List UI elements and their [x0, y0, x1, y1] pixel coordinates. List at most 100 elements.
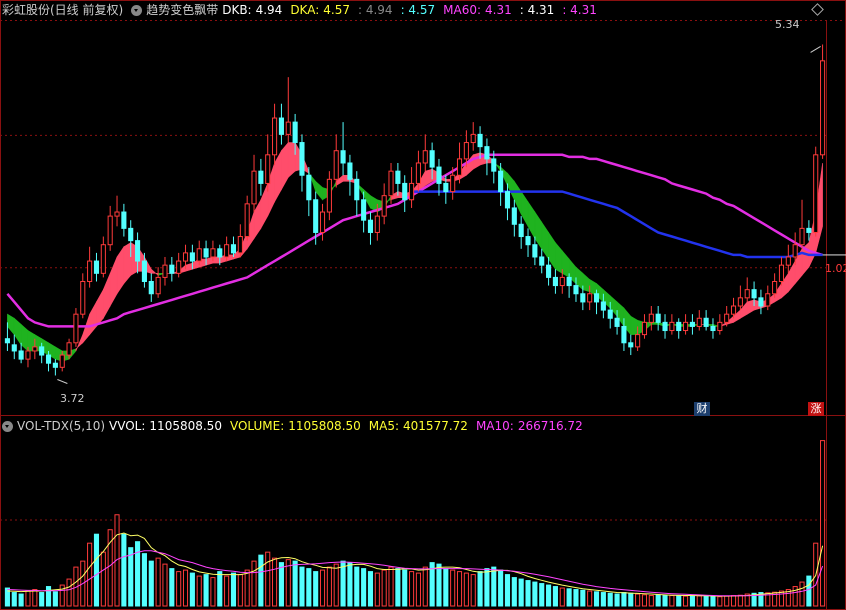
- volume-bar: [45, 586, 52, 607]
- trend-line-blue: [411, 190, 823, 259]
- ma60-value: 4.31: [485, 3, 512, 17]
- candle-body: [11, 344, 17, 352]
- volume-bar: [128, 547, 134, 607]
- candle-body: [792, 244, 798, 258]
- volume-bar: [251, 560, 257, 607]
- candle-body: [641, 321, 648, 336]
- volume-bar: [340, 560, 346, 607]
- candle-body: [799, 227, 805, 246]
- ribbon-segment: [555, 241, 563, 274]
- ribbon-segment: [527, 200, 536, 240]
- volume-bar: [66, 578, 72, 607]
- candle-body: [114, 211, 120, 217]
- candle-body: [539, 256, 545, 266]
- volume-bar: [477, 571, 483, 607]
- circle-icon[interactable]: [131, 4, 143, 16]
- candle-body: [422, 150, 428, 164]
- candle-body: [388, 170, 394, 197]
- volume-bar: [196, 575, 202, 607]
- candle-body: [758, 297, 764, 307]
- volume-layer: [4, 440, 826, 607]
- volume-bar: [292, 560, 298, 607]
- candle-body: [292, 121, 298, 144]
- volume-indicator-name[interactable]: VOL-TDX(5,10): [17, 417, 105, 435]
- extra-value-2: : 4.57: [400, 3, 436, 17]
- candle-body: [621, 325, 627, 344]
- volume-bar: [244, 569, 250, 607]
- volume-header: VOL-TDX(5,10) VVOL: 1105808.50 VOLUME: 1…: [0, 417, 587, 435]
- candle-body: [703, 317, 709, 327]
- candle-body: [552, 276, 558, 287]
- ribbon-segment: [520, 190, 529, 228]
- volume-bar: [518, 578, 524, 607]
- volume-bar: [587, 590, 593, 607]
- max-price-label: 5.34: [775, 18, 800, 31]
- candle-body: [347, 162, 353, 180]
- ribbon-segment: [541, 221, 549, 261]
- candle-body: [299, 142, 305, 176]
- price-header: 彩虹股份(日线 前复权) 趋势变色飘带 DKB: 4.94 DKA: 4.57 …: [0, 1, 601, 19]
- volume-bar: [367, 571, 374, 607]
- volume-bar: [470, 574, 476, 607]
- volume-bar: [402, 569, 408, 607]
- candle-body: [587, 293, 593, 303]
- candle-body: [559, 276, 565, 287]
- ribbon-segment: [746, 299, 755, 315]
- volume-bar: [203, 574, 209, 607]
- volume-bar: [313, 571, 319, 607]
- volume-bar: [676, 595, 682, 607]
- candle-body: [210, 248, 216, 258]
- candle-body: [546, 264, 552, 278]
- ribbon-segment: [150, 268, 159, 277]
- candle-body: [32, 346, 38, 352]
- max-price-pointer: [810, 46, 821, 53]
- ribbon-segment: [7, 313, 15, 336]
- indicator-name[interactable]: 趋势变色飘带: [146, 1, 218, 19]
- candle-body: [217, 248, 223, 258]
- volume-bar: [361, 568, 367, 607]
- finance-badge[interactable]: 财: [694, 402, 710, 416]
- ribbon-segment: [123, 242, 132, 285]
- candle-layer: [4, 44, 826, 376]
- volume-bar: [799, 581, 805, 607]
- limit-up-badge[interactable]: 涨: [808, 402, 824, 416]
- volume-bar: [39, 592, 45, 607]
- volume-bar: [662, 594, 668, 607]
- volume-bar: [25, 590, 31, 607]
- volume-bar: [621, 592, 627, 607]
- volume-bar: [210, 577, 216, 607]
- candle-body: [518, 223, 524, 238]
- candle-body: [498, 170, 504, 193]
- candle-body: [737, 297, 743, 307]
- candle-body: [566, 276, 572, 287]
- candle-body: [614, 317, 620, 327]
- candle-body: [724, 313, 730, 323]
- volume-bar: [580, 589, 586, 607]
- candle-body: [593, 293, 600, 303]
- volume-bar: [532, 581, 538, 607]
- stock-name[interactable]: 彩虹股份(日线 前复权): [2, 1, 123, 19]
- candle-body: [628, 342, 634, 348]
- candle-body: [73, 313, 79, 344]
- volume-bar: [484, 568, 490, 607]
- candle-body: [237, 236, 243, 254]
- volume-bar: [415, 572, 421, 607]
- circle-icon[interactable]: [2, 420, 13, 432]
- candle-body: [655, 313, 661, 323]
- min-price-label: 3.72: [60, 392, 85, 405]
- candle-body: [224, 244, 230, 258]
- volume-bar: [552, 586, 558, 607]
- candle-body: [436, 166, 442, 184]
- vvol-value: 1105808.50: [149, 419, 222, 433]
- volume-bar: [278, 562, 284, 607]
- volume-bar: [806, 575, 812, 607]
- volume-bar: [683, 595, 689, 607]
- ribbon-segment: [472, 152, 481, 170]
- extra-value-1: : 4.94: [357, 3, 393, 17]
- candle-body: [813, 154, 819, 233]
- candle-body: [107, 215, 113, 246]
- ribbon-segment: [96, 288, 104, 328]
- candle-body: [203, 248, 209, 258]
- candle-body: [4, 338, 10, 344]
- ribbon-segment: [287, 142, 296, 178]
